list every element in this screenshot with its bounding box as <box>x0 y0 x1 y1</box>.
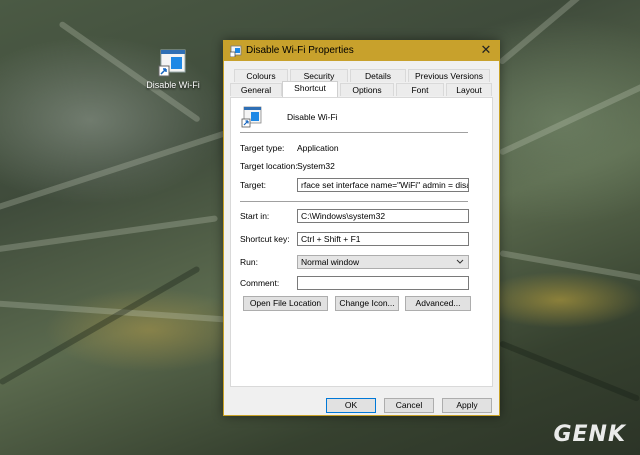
tab-font[interactable]: Font <box>396 83 444 96</box>
comment-input[interactable] <box>297 276 469 290</box>
tab-shortcut[interactable]: Shortcut <box>282 81 338 97</box>
comment-label: Comment: <box>240 278 280 288</box>
wallpaper-frond <box>0 265 201 386</box>
target-location-value: System32 <box>297 161 335 171</box>
tab-strip: Colours Security Details Previous Versio… <box>230 69 493 97</box>
shortcut-window-icon <box>157 48 189 78</box>
run-select[interactable]: Normal window <box>297 255 469 269</box>
wallpaper-frond <box>499 250 640 283</box>
open-file-location-button[interactable]: Open File Location <box>243 296 328 311</box>
chevron-down-icon <box>456 256 464 272</box>
wallpaper-frond <box>498 82 640 156</box>
ok-button[interactable]: OK <box>326 398 376 413</box>
tab-general[interactable]: General <box>230 83 282 96</box>
tab-options[interactable]: Options <box>340 83 394 96</box>
target-location-label: Target location: <box>240 161 298 171</box>
target-input[interactable]: rface set interface name="WiFi" admin = … <box>297 178 469 192</box>
shortcut-panel: Disable Wi-Fi Target type: Application T… <box>230 97 493 387</box>
target-label: Target: <box>240 180 266 190</box>
change-icon-button[interactable]: Change Icon... <box>335 296 399 311</box>
tab-row-top: Colours Security Details Previous Versio… <box>230 69 493 83</box>
watermark-logo: GENK <box>553 422 626 447</box>
apply-button[interactable]: Apply <box>442 398 492 413</box>
desktop-shortcut-disable-wifi[interactable]: Disable Wi-Fi <box>140 48 206 90</box>
wallpaper-frond <box>498 0 625 66</box>
run-label: Run: <box>240 257 258 267</box>
wallpaper-frond <box>0 129 229 216</box>
wallpaper-frond <box>498 340 640 402</box>
desktop-icon-label: Disable Wi-Fi <box>146 80 200 90</box>
tab-layout[interactable]: Layout <box>446 83 492 96</box>
run-select-value: Normal window <box>301 257 360 267</box>
tab-previous-versions[interactable]: Previous Versions <box>408 69 490 82</box>
shortcut-window-icon <box>229 45 242 58</box>
properties-window: Disable Wi-Fi Properties ✕ Colours Secur… <box>223 40 500 416</box>
tab-row-bottom: General Shortcut Options Font Layout <box>230 81 493 97</box>
title-bar[interactable]: Disable Wi-Fi Properties ✕ <box>224 41 499 61</box>
shortcut-key-input[interactable]: Ctrl + Shift + F1 <box>297 232 469 246</box>
shortcut-window-icon <box>241 106 263 128</box>
divider <box>240 132 468 133</box>
divider <box>240 201 468 202</box>
shortcut-key-label: Shortcut key: <box>240 234 290 244</box>
target-type-label: Target type: <box>240 143 285 153</box>
tab-details[interactable]: Details <box>350 69 406 82</box>
wallpaper-frond <box>0 215 218 256</box>
advanced-button[interactable]: Advanced... <box>405 296 471 311</box>
close-icon[interactable]: ✕ <box>479 43 493 57</box>
start-in-label: Start in: <box>240 211 270 221</box>
cancel-button[interactable]: Cancel <box>384 398 434 413</box>
target-type-value: Application <box>297 143 339 153</box>
window-title: Disable Wi-Fi Properties <box>246 45 354 56</box>
start-in-input[interactable]: C:\Windows\system32 <box>297 209 469 223</box>
shortcut-name: Disable Wi-Fi <box>287 112 338 122</box>
tab-colours[interactable]: Colours <box>234 69 288 82</box>
